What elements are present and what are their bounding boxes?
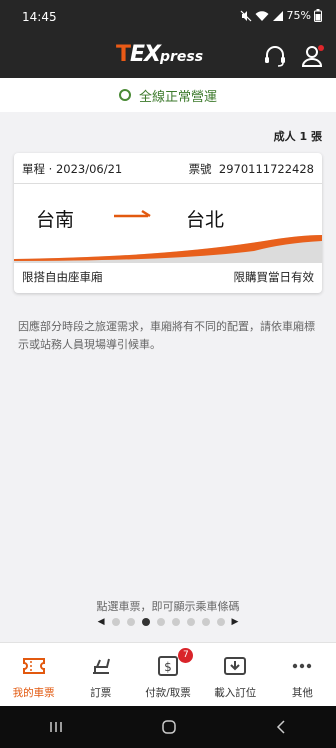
recent-apps-icon[interactable] — [48, 720, 64, 734]
pager-dot[interactable] — [216, 618, 225, 626]
wifi-icon — [255, 10, 269, 21]
pager-dot[interactable] — [111, 618, 120, 626]
tab-label: 載入訂位 — [214, 687, 257, 699]
home-icon[interactable] — [161, 719, 177, 735]
pager-dot[interactable] — [156, 618, 165, 626]
payment-icon: $ — [158, 656, 178, 676]
status-time: 14:45 — [22, 10, 57, 24]
barcode-hint: 點選車票，即可顯示乘車條碼 — [96, 600, 240, 613]
car-type: 限搭自由座車廂 — [22, 270, 103, 284]
tab-label: 其他 — [291, 687, 313, 699]
ticket-number: 票號 2970111722428 — [189, 161, 314, 177]
pager-dot[interactable] — [186, 618, 195, 626]
ticket-number-label: 票號 — [188, 162, 212, 176]
notification-badge: 7 — [178, 648, 194, 663]
divider — [14, 183, 322, 184]
service-status-text: 全線正常營運 — [138, 89, 217, 105]
pager-dot[interactable] — [126, 618, 135, 626]
back-icon[interactable] — [274, 720, 288, 734]
texpress-logo: T EX press — [116, 42, 204, 67]
notice-text: 因應部分時段之旅運需求，車廂將有不同的配置，請依車廂標示或站務人員現場導引候車。 — [18, 320, 315, 351]
status-bar: 14:45 75% — [0, 0, 336, 34]
tab-payment[interactable]: $ 7 付款/取票 — [134, 643, 201, 706]
ticket-validity: 限購買當日有效 — [233, 270, 315, 284]
seat-icon — [92, 658, 110, 674]
pager-dot-active[interactable] — [141, 618, 150, 626]
arrow-right-icon — [114, 209, 151, 218]
signal-icon — [272, 10, 283, 21]
tab-load-booking[interactable]: 載入訂位 — [202, 643, 269, 706]
tab-booking[interactable]: 訂票 — [67, 643, 134, 706]
more-icon — [293, 663, 312, 669]
pager-dot[interactable] — [201, 618, 210, 626]
tab-others[interactable]: 其他 — [269, 643, 336, 706]
download-icon — [224, 657, 247, 675]
ticket-swoosh-graphic — [14, 235, 322, 263]
app-header: T EX press — [0, 34, 336, 78]
trip-type-date: 單程 · 2023/06/21 — [22, 162, 123, 176]
battery-percent: 75% — [286, 9, 311, 22]
bottom-tab-bar: 我的車票 訂票 $ 7 付款/取票 載入訂位 其他 — [0, 642, 336, 706]
account-icon[interactable] — [300, 43, 326, 69]
customer-service-icon[interactable] — [262, 43, 288, 69]
origin-station: 台南 — [36, 209, 75, 231]
tab-my-tickets[interactable]: 我的車票 — [0, 643, 67, 706]
destination-station: 台北 — [186, 209, 225, 231]
pager-next-icon[interactable]: ▶ — [232, 617, 239, 627]
ticket-card[interactable]: 單程 · 2023/06/21 票號 2970111722428 台南 台北 限… — [14, 153, 322, 293]
svg-text:$: $ — [164, 660, 172, 674]
pager-prev-icon[interactable]: ◀ — [98, 617, 105, 627]
service-status-banner: 全線正常營運 — [0, 78, 336, 112]
system-navigation-bar — [0, 706, 336, 748]
status-icons: 75% — [240, 9, 322, 22]
pager-dot[interactable] — [171, 618, 180, 626]
status-ok-icon — [118, 89, 131, 101]
tab-label: 付款/取票 — [145, 687, 191, 699]
battery-icon — [314, 9, 322, 22]
ticket-icon — [22, 658, 45, 674]
mute-icon — [240, 10, 251, 21]
ticket-pager: ◀ ▶ — [0, 617, 336, 627]
ticket-number-value: 2970111722428 — [218, 162, 314, 176]
tab-label: 我的車票 — [12, 687, 55, 699]
passenger-count: 成人 1 張 — [273, 130, 322, 143]
tab-label: 訂票 — [90, 687, 112, 699]
